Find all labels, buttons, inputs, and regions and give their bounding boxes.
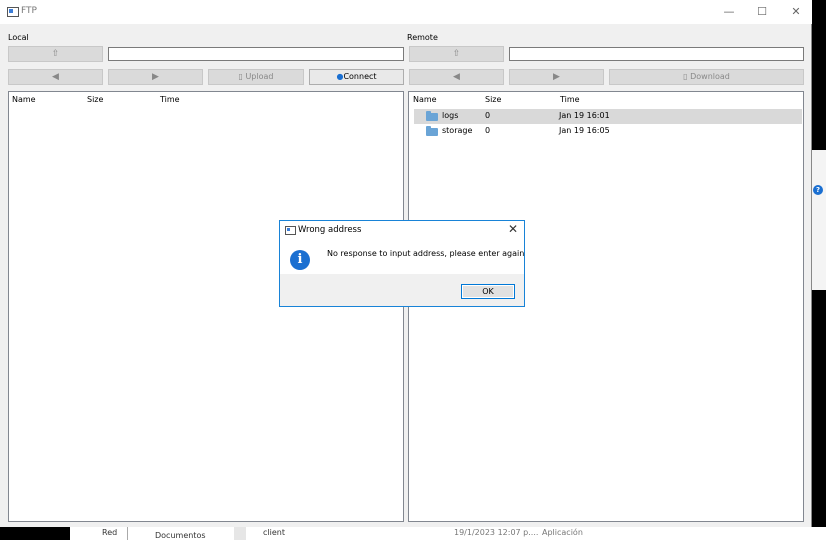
row-name: storage xyxy=(442,126,473,135)
local-col-name[interactable]: Name xyxy=(12,95,36,104)
folder-icon xyxy=(426,111,438,121)
upload-label: Upload xyxy=(245,72,274,81)
ok-button[interactable]: OK xyxy=(461,284,515,299)
info-icon: i xyxy=(290,250,310,270)
connect-label: Connect xyxy=(343,72,377,81)
row-time: Jan 19 16:01 xyxy=(559,111,610,120)
row-size: 0 xyxy=(485,126,491,135)
back-arrow-icon: ◀ xyxy=(453,72,460,82)
row-time: Jan 19 16:05 xyxy=(559,126,610,135)
local-col-size[interactable]: Size xyxy=(87,95,103,104)
wrong-address-dialog: Wrong address ✕ i No response to input a… xyxy=(279,220,525,307)
window-title: FTP xyxy=(21,6,37,16)
background-item-red: Red xyxy=(102,528,118,537)
folder-icon xyxy=(426,126,438,136)
remote-col-size[interactable]: Size xyxy=(485,95,501,104)
local-col-time[interactable]: Time xyxy=(160,95,180,104)
minimize-button[interactable]: — xyxy=(718,4,740,20)
dialog-close-icon[interactable]: ✕ xyxy=(508,222,518,236)
remote-forward-button[interactable]: ▶ xyxy=(509,69,604,85)
row-size: 0 xyxy=(485,111,491,120)
background-black-area xyxy=(0,527,70,540)
local-forward-button[interactable]: ▶ xyxy=(108,69,203,85)
remote-label: Remote xyxy=(407,33,438,42)
forward-arrow-icon: ▶ xyxy=(152,72,159,82)
table-row[interactable]: storage 0 Jan 19 16:05 xyxy=(414,124,802,139)
remote-up-button[interactable]: ⇧ xyxy=(409,46,504,62)
background-item-documents: Documentos xyxy=(155,531,206,540)
local-up-button[interactable]: ⇧ xyxy=(8,46,103,62)
remote-col-time[interactable]: Time xyxy=(560,95,580,104)
background-explorer-strip xyxy=(0,527,826,540)
app-window-icon xyxy=(7,7,19,17)
background-separator xyxy=(127,527,128,540)
back-arrow-icon: ◀ xyxy=(52,72,59,82)
dialog-message: No response to input address, please ent… xyxy=(327,249,525,258)
local-path-input[interactable] xyxy=(108,47,404,61)
local-label: Local xyxy=(8,33,29,42)
download-label: Download xyxy=(690,72,730,81)
remote-path-input[interactable] xyxy=(509,47,804,61)
title-bar: FTP — ☐ ✕ xyxy=(0,0,812,24)
close-button[interactable]: ✕ xyxy=(785,4,807,20)
background-item-date: 19/1/2023 12:07 p.... xyxy=(454,528,539,537)
local-back-button[interactable]: ◀ xyxy=(8,69,103,85)
remote-col-name[interactable]: Name xyxy=(413,95,437,104)
dialog-footer: OK xyxy=(280,274,524,306)
remote-back-button[interactable]: ◀ xyxy=(409,69,504,85)
background-item-type: Aplicación xyxy=(542,528,583,537)
up-arrow-icon: ⇧ xyxy=(452,49,461,59)
up-arrow-icon: ⇧ xyxy=(51,49,60,59)
download-button[interactable]: ▯ Download xyxy=(609,69,804,85)
maximize-button[interactable]: ☐ xyxy=(751,4,773,20)
dialog-title: Wrong address xyxy=(298,225,362,235)
forward-arrow-icon: ▶ xyxy=(553,72,560,82)
dialog-window-icon xyxy=(285,226,296,235)
background-help-icon: ? xyxy=(813,185,823,195)
background-window-fragment xyxy=(812,150,826,290)
background-scroll xyxy=(234,527,246,540)
upload-button[interactable]: ▯ Upload xyxy=(208,69,304,85)
connect-button[interactable]: ●Connect xyxy=(309,69,404,85)
background-item-client: client xyxy=(263,528,285,537)
row-name: logs xyxy=(442,111,459,120)
table-row[interactable]: logs 0 Jan 19 16:01 xyxy=(414,109,802,124)
